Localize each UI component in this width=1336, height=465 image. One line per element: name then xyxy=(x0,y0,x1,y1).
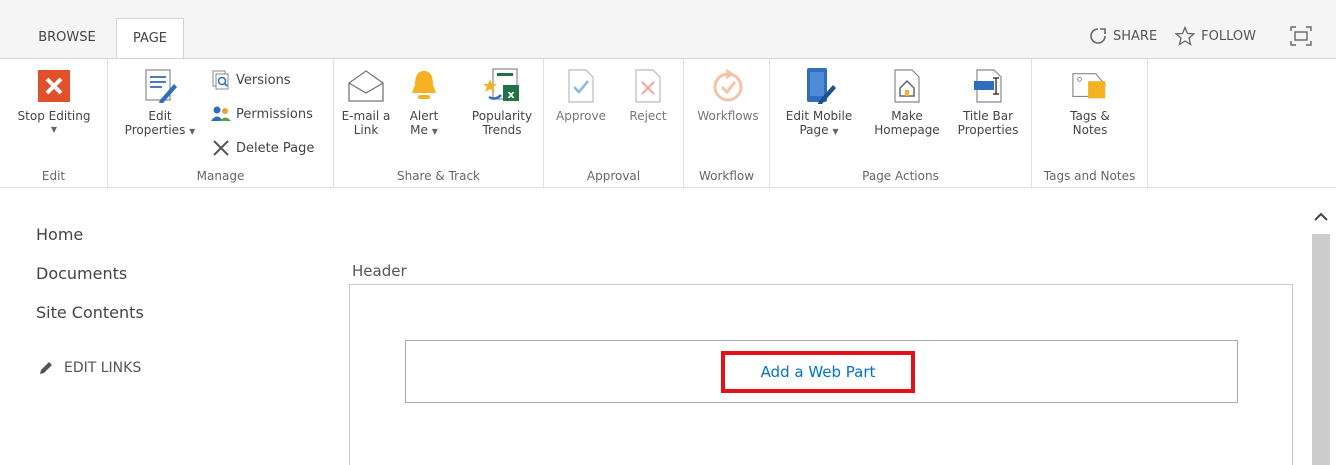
focus-on-content-button[interactable] xyxy=(1290,26,1318,46)
ribbon-group-manage: Edit Properties ▼ Versions Permissions D… xyxy=(108,59,334,187)
email-link-button[interactable]: E-mail a Link xyxy=(338,67,394,137)
nav-item-documents[interactable]: Documents xyxy=(36,261,144,300)
email-icon xyxy=(347,67,385,105)
alert-label-1: Alert xyxy=(409,109,439,123)
permissions-button[interactable]: Permissions xyxy=(210,103,313,125)
scroll-up-arrow-icon[interactable] xyxy=(1310,206,1332,228)
make-homepage-label-2: Homepage xyxy=(874,123,940,137)
versions-button[interactable]: Versions xyxy=(210,69,291,91)
edit-properties-button[interactable]: Edit Properties ▼ xyxy=(116,67,204,139)
ribbon-group-tags-notes: Tags & Notes Tags and Notes xyxy=(1032,59,1148,187)
edit-links-button[interactable]: EDIT LINKS xyxy=(38,360,141,376)
group-label-edit: Edit xyxy=(41,169,66,183)
reject-button[interactable]: Reject xyxy=(620,67,676,123)
ribbon: Stop Editing ▼ Edit Edit Properties ▼ Ve… xyxy=(0,58,1336,188)
workflows-label: Workflows xyxy=(697,109,759,123)
edit-properties-icon xyxy=(141,67,179,105)
popularity-label-2: Trends xyxy=(482,123,522,137)
chevron-down-icon: ▼ xyxy=(431,127,438,136)
versions-icon xyxy=(210,69,232,91)
star-icon xyxy=(1175,26,1196,46)
stop-editing-button[interactable]: Stop Editing ▼ xyxy=(10,67,98,137)
group-label-tags-notes: Tags and Notes xyxy=(1043,169,1136,183)
reject-icon xyxy=(629,67,667,105)
ribbon-group-edit: Stop Editing ▼ Edit xyxy=(0,59,108,187)
ribbon-group-approval: Approve Reject Approval xyxy=(544,59,684,187)
share-label: SHARE xyxy=(1113,28,1158,44)
edit-mobile-label-1: Edit Mobile xyxy=(785,109,853,123)
pencil-icon xyxy=(40,362,52,374)
scrollbar-thumb[interactable] xyxy=(1312,234,1330,465)
tags-label-1: Tags & xyxy=(1070,109,1110,123)
title-bar-label-2: Properties xyxy=(957,123,1019,137)
alert-label-2: Me xyxy=(410,123,428,137)
tag-icon xyxy=(1071,67,1109,105)
tags-notes-button[interactable]: Tags & Notes xyxy=(1050,67,1130,137)
delete-icon xyxy=(210,137,232,159)
alert-me-button[interactable]: Alert Me ▼ xyxy=(400,67,448,139)
chevron-down-icon: ▼ xyxy=(50,125,58,134)
make-homepage-button[interactable]: Make Homepage xyxy=(866,67,948,137)
quick-launch-nav: Home Documents Site Contents xyxy=(36,222,144,339)
top-tab-bar: BROWSE PAGE SHARE FOLLOW xyxy=(0,0,1336,59)
edit-links-label: EDIT LINKS xyxy=(64,360,142,376)
make-homepage-label-1: Make xyxy=(891,109,923,123)
nav-item-home[interactable]: Home xyxy=(36,222,144,261)
popularity-label-1: Popularity xyxy=(471,109,533,123)
edit-properties-label-1: Edit xyxy=(148,109,172,123)
approve-icon xyxy=(562,67,600,105)
popularity-trends-icon: x xyxy=(483,67,521,105)
tags-label-2: Notes xyxy=(1072,123,1108,137)
share-button[interactable]: SHARE xyxy=(1089,27,1157,45)
title-bar-icon xyxy=(969,67,1007,105)
group-label-page-actions: Page Actions xyxy=(862,169,939,183)
permissions-label: Permissions xyxy=(236,106,313,122)
follow-label: FOLLOW xyxy=(1201,28,1256,44)
workflows-button[interactable]: Workflows xyxy=(690,67,766,123)
permissions-icon xyxy=(210,103,232,125)
edit-mobile-icon xyxy=(800,67,838,105)
chevron-down-icon: ▼ xyxy=(189,127,196,136)
tab-browse[interactable]: BROWSE xyxy=(22,18,112,58)
stop-editing-label: Stop Editing xyxy=(17,109,91,123)
reject-label: Reject xyxy=(629,109,667,123)
workflows-icon xyxy=(709,67,747,105)
delete-page-button[interactable]: Delete Page xyxy=(210,137,314,159)
tab-page[interactable]: PAGE xyxy=(116,18,184,59)
follow-button[interactable]: FOLLOW xyxy=(1175,26,1256,46)
email-label-2: Link xyxy=(353,123,379,137)
approve-label: Approve xyxy=(556,109,606,123)
chevron-down-icon: ▼ xyxy=(832,127,839,136)
web-part-zone-title: Header xyxy=(352,262,407,280)
ribbon-group-workflow: Workflows Workflow xyxy=(684,59,770,187)
ribbon-group-page-actions: Edit Mobile Page ▼ Make Homepage Title B… xyxy=(770,59,1032,187)
share-icon xyxy=(1090,28,1106,44)
homepage-icon xyxy=(888,67,926,105)
focus-content-icon xyxy=(1290,26,1312,46)
edit-mobile-page-button[interactable]: Edit Mobile Page ▼ xyxy=(778,67,860,139)
group-label-approval: Approval xyxy=(586,169,641,183)
email-label-1: E-mail a xyxy=(341,109,391,123)
group-label-manage: Manage xyxy=(196,169,245,183)
nav-item-site-contents[interactable]: Site Contents xyxy=(36,300,144,339)
top-actions: SHARE FOLLOW xyxy=(1071,26,1318,46)
title-bar-label-1: Title Bar xyxy=(962,109,1014,123)
edit-properties-label-2: Properties xyxy=(124,123,186,137)
bell-icon xyxy=(405,67,443,105)
svg-text:x: x xyxy=(507,88,514,101)
approve-button[interactable]: Approve xyxy=(550,67,612,123)
group-label-share-track: Share & Track xyxy=(396,169,480,183)
delete-page-label: Delete Page xyxy=(236,140,315,156)
versions-label: Versions xyxy=(236,72,291,88)
group-label-workflow: Workflow xyxy=(698,169,755,183)
popularity-trends-button[interactable]: x Popularity Trends xyxy=(464,67,540,137)
add-web-part-link[interactable]: Add a Web Part xyxy=(721,351,915,393)
stop-editing-icon xyxy=(35,67,73,105)
ribbon-group-share-track: E-mail a Link Alert Me ▼ x Popularity Tr… xyxy=(334,59,544,187)
title-bar-properties-button[interactable]: Title Bar Properties xyxy=(950,67,1026,137)
edit-mobile-label-2: Page xyxy=(799,123,829,137)
